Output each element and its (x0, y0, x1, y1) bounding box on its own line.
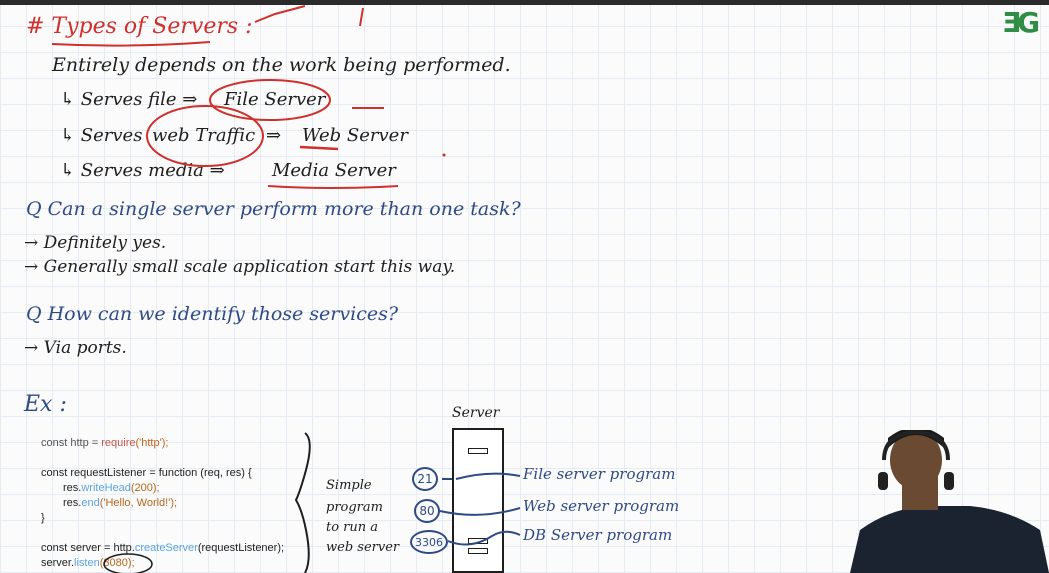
file-server-circle (209, 79, 331, 121)
headphone-right (944, 472, 954, 490)
presenter-shirt (850, 506, 1049, 573)
headphone-left (878, 472, 888, 490)
brace (294, 432, 311, 573)
ink-dot (442, 153, 446, 157)
arrow-program-3 (447, 530, 521, 546)
arrow-program-2 (439, 507, 521, 516)
check-mark (254, 5, 306, 23)
title-underline (51, 41, 211, 47)
media-underline (267, 185, 399, 189)
arrow-program-1 (455, 472, 521, 480)
web-underline (299, 145, 339, 151)
ink-stroke (359, 7, 364, 27)
port-8080-circle (103, 553, 153, 573)
presenter-webcam (850, 430, 1049, 573)
web-traffic-circle (146, 105, 264, 167)
